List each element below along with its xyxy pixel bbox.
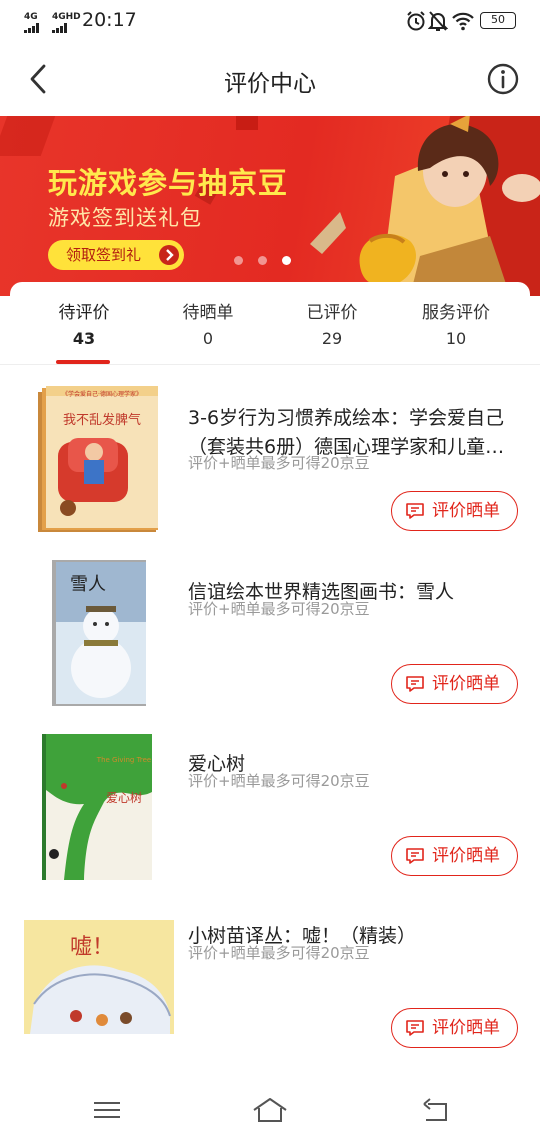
tabs-divider xyxy=(0,364,540,365)
cover-tag: 《学会爱自己·德国心理学家》 xyxy=(62,390,142,398)
list-item[interactable]: 嘘！ 小树苗译丛：嘘！（精装） 评价+晒单最多可得20京豆 评价晒单 xyxy=(0,904,540,1076)
cover-title: 爱心树 xyxy=(106,790,142,805)
tab-label: 待晒单 xyxy=(182,303,234,323)
book-cover-image: 雪人 xyxy=(52,560,146,706)
review-and-show-button[interactable]: 评价晒单 xyxy=(391,491,518,531)
item-reward-hint: 评价+晒单最多可得20京豆 xyxy=(188,600,370,618)
wifi-icon xyxy=(452,12,474,31)
review-button-label: 评价晒单 xyxy=(432,674,500,694)
review-button-label: 评价晒单 xyxy=(432,501,500,521)
alarm-icon xyxy=(407,11,425,31)
banner-cta-button[interactable]: 领取签到礼 xyxy=(48,240,184,270)
info-icon[interactable] xyxy=(486,62,520,96)
tab-label: 待评价 xyxy=(58,303,110,323)
page-title: 评价中心 xyxy=(224,71,316,97)
comment-icon xyxy=(406,676,424,692)
system-navigation-bar xyxy=(0,1082,540,1140)
banner-cta-label: 领取签到礼 xyxy=(66,246,142,264)
cover-title: 嘘！ xyxy=(70,935,114,960)
cover-tag: The Giving Tree xyxy=(96,756,151,764)
comment-icon xyxy=(406,848,424,864)
tab-pending-review[interactable]: 待评价 43 xyxy=(22,298,146,348)
battery-icon: 50 xyxy=(480,12,516,29)
game-character-illustration xyxy=(310,116,540,296)
list-item[interactable]: 《学会爱自己·德国心理学家》 我不乱发脾气 3-6岁行为习惯养成绘本：学会爱自己… xyxy=(0,386,540,558)
back-icon[interactable] xyxy=(420,1096,450,1124)
tab-label: 服务评价 xyxy=(422,303,490,323)
list-item[interactable]: The Giving Tree 爱心树 爱心树 评价+晒单最多可得20京豆 评价… xyxy=(0,732,540,904)
tab-bar: 待评价 43 待晒单 0 已评价 29 服务评价 10 xyxy=(10,282,530,364)
tab-pending-show[interactable]: 待晒单 0 xyxy=(146,298,270,348)
review-button-label: 评价晒单 xyxy=(432,846,500,866)
book-cover-image: The Giving Tree 爱心树 xyxy=(42,734,152,880)
menu-icon[interactable] xyxy=(92,1096,122,1124)
review-and-show-button[interactable]: 评价晒单 xyxy=(391,836,518,876)
signal-label: 4GHD xyxy=(52,12,81,22)
nav-header: 评价中心 xyxy=(0,42,540,116)
tab-count: 29 xyxy=(321,329,343,348)
battery-level: 50 xyxy=(491,13,505,26)
review-and-show-button[interactable]: 评价晒单 xyxy=(391,1008,518,1048)
item-reward-hint: 评价+晒单最多可得20京豆 xyxy=(188,454,370,472)
review-button-label: 评价晒单 xyxy=(432,1018,500,1038)
comment-icon xyxy=(406,1020,424,1036)
status-time: 20:17 xyxy=(82,9,137,31)
chevron-right-icon xyxy=(159,245,179,265)
item-reward-hint: 评价+晒单最多可得20京豆 xyxy=(188,772,370,790)
home-icon[interactable] xyxy=(252,1096,288,1124)
signal-label: 4G xyxy=(24,12,38,22)
tab-service-review[interactable]: 服务评价 10 xyxy=(394,298,518,348)
item-reward-hint: 评价+晒单最多可得20京豆 xyxy=(188,944,370,962)
book-cover-image: 《学会爱自己·德国心理学家》 我不乱发脾气 xyxy=(38,386,158,532)
signal-bars-icon xyxy=(52,23,74,33)
tab-count: 43 xyxy=(72,329,96,348)
list-item[interactable]: 雪人 信谊绘本世界精选图画书：雪人 评价+晒单最多可得20京豆 评价晒单 xyxy=(0,560,540,732)
signal-4g: 4G xyxy=(24,12,39,33)
tab-label: 已评价 xyxy=(306,303,358,323)
cover-title: 雪人 xyxy=(70,574,106,595)
banner-subtitle: 游戏签到送礼包 xyxy=(48,206,202,230)
comment-icon xyxy=(406,503,424,519)
review-and-show-button[interactable]: 评价晒单 xyxy=(391,664,518,704)
book-cover-image: 嘘！ xyxy=(24,920,174,1034)
banner-title: 玩游戏参与抽京豆 xyxy=(48,166,289,200)
cover-title: 我不乱发脾气 xyxy=(63,412,141,428)
tab-count: 10 xyxy=(445,329,467,348)
status-bar: 4G 4GHD 20:17 50 xyxy=(0,0,540,42)
mute-bell-icon xyxy=(428,11,448,31)
promo-banner[interactable]: 玩游戏参与抽京豆 游戏签到送礼包 领取签到礼 xyxy=(0,116,540,296)
tab-count: 0 xyxy=(202,329,214,348)
tab-reviewed[interactable]: 已评价 29 xyxy=(270,298,394,348)
signal-4ghd: 4GHD xyxy=(52,12,81,33)
signal-bars-icon xyxy=(24,23,46,33)
